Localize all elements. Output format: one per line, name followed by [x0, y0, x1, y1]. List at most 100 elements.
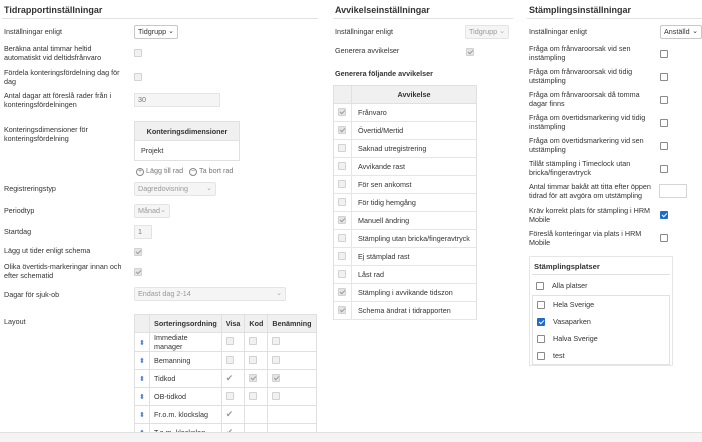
q1-checkbox[interactable] — [660, 50, 668, 58]
fordela-checkbox[interactable] — [134, 73, 142, 81]
benamning-cell — [267, 332, 317, 352]
add-row-link[interactable]: + Lägg till rad — [136, 166, 183, 176]
avvikelse-label: Schema ändrat i tidrapporten — [358, 306, 451, 315]
benamning-checkbox[interactable] — [272, 373, 281, 382]
dagar-select[interactable]: Endast dag 2-14 ⌄ — [134, 287, 286, 301]
kod-checkbox[interactable] — [249, 337, 258, 345]
visa-cell: ✔ — [220, 369, 246, 388]
q3-checkbox[interactable] — [660, 96, 668, 104]
benamning-checkbox[interactable] — [272, 337, 281, 345]
periodtyp-select[interactable]: Månad ⌄ — [134, 204, 170, 218]
checkbox-cell — [334, 248, 352, 265]
avvikelse-checkbox[interactable] — [338, 126, 346, 134]
regtyp-label: Registreringstyp — [4, 184, 56, 193]
q4-label: Fråga om övertidsmarkering vid tidig ins… — [529, 113, 646, 131]
checkbox-col-header — [334, 86, 352, 103]
installningar-select[interactable]: Tidgrupp ⌄ — [134, 25, 178, 39]
benamning-checkbox[interactable] — [272, 355, 281, 364]
horizontal-scrollbar[interactable] — [0, 432, 702, 442]
plats-checkbox[interactable] — [537, 335, 545, 343]
avvikelse-table: Avvikelse Frånvaro Övertid/Mertid Saknad u… — [333, 85, 477, 320]
q8-checkbox[interactable] — [660, 211, 668, 219]
kod-checkbox[interactable] — [249, 391, 258, 400]
check-icon: ✔ — [225, 409, 234, 419]
layout-header-row: Sorteringsordning Visa Kod Benämning — [133, 314, 317, 333]
visa-checkbox[interactable] — [225, 391, 234, 400]
q7-input[interactable] — [659, 184, 687, 198]
table-row: För tidig hemgång — [334, 194, 476, 212]
drag-handle-icon[interactable]: ⬍ — [133, 405, 151, 424]
drag-handle-icon[interactable]: ⬍ — [133, 387, 151, 406]
plats-checkbox[interactable] — [537, 352, 545, 360]
drag-handle-icon[interactable]: ⬍ — [133, 332, 151, 352]
row-name: Tidkod — [149, 369, 222, 388]
table-row: Ej stämplad rast — [334, 248, 476, 266]
table-row: ⬍ Immediate manager — [133, 332, 317, 352]
kontdim-table: Konteringsdimensioner Projekt — [134, 121, 240, 161]
benamning-checkbox[interactable] — [272, 391, 281, 400]
avv-installningar-select[interactable]: Tidgrupp ⌄ — [465, 25, 509, 39]
generera-checkbox[interactable] — [466, 48, 474, 56]
table-row: Stämpling utan bricka/fingeravtryck — [334, 230, 476, 248]
alla-platser-checkbox[interactable] — [536, 282, 544, 290]
antal-dagar-input[interactable]: 30 — [134, 93, 220, 107]
table-row: För sen ankomst — [334, 176, 476, 194]
avvikelse-label: Övertid/Mertid — [358, 126, 404, 135]
avvikelse-checkbox[interactable] — [338, 144, 346, 152]
q9-checkbox[interactable] — [660, 234, 668, 242]
platser-list: Hela Sverige Vasaparken Halva Sverige te… — [532, 295, 670, 365]
q5-checkbox[interactable] — [660, 142, 668, 150]
select-value: Anställd — [664, 27, 690, 36]
drag-handle-icon[interactable]: ⬍ — [133, 351, 151, 370]
kontdim-row[interactable]: Projekt — [135, 141, 239, 160]
q4-checkbox[interactable] — [660, 119, 668, 127]
plats-label: Hela Sverige — [553, 300, 595, 309]
check-icon: ✔ — [225, 373, 234, 383]
avvikelse-checkbox[interactable] — [338, 288, 346, 296]
plats-checkbox[interactable] — [537, 318, 545, 326]
antal-dagar-label: Antal dagar att föreslå rader från i kon… — [4, 91, 112, 109]
avvikelse-checkbox[interactable] — [338, 108, 346, 116]
visa-cell — [220, 332, 246, 352]
q7-label: Antal timmar bakåt att titta efter öppen… — [529, 182, 651, 200]
avvikelse-checkbox[interactable] — [338, 270, 346, 278]
chevron-down-icon: ⌄ — [692, 28, 698, 35]
table-row: Frånvaro — [334, 104, 476, 122]
kod-checkbox[interactable] — [249, 355, 258, 364]
q6-checkbox[interactable] — [660, 165, 668, 173]
stamp-installningar-select[interactable]: Anställd ⌄ — [660, 25, 702, 39]
avvikelse-checkbox[interactable] — [338, 216, 346, 224]
avvikelse-checkbox[interactable] — [338, 306, 346, 314]
avvikelse-checkbox[interactable] — [338, 162, 346, 170]
q8-label: Kräv korrekt plats för stämpling i HRM M… — [529, 206, 651, 224]
table-row: Schema ändrat i tidrapporten — [334, 302, 476, 320]
table-row: ⬍ Fr.o.m. klockslag ✔ — [133, 405, 317, 424]
remove-row-label: Ta bort rad — [199, 166, 234, 175]
checkbox-cell — [334, 266, 352, 283]
remove-row-link[interactable]: − Ta bort rad — [189, 166, 233, 176]
startdag-input[interactable]: 1 — [134, 225, 152, 239]
avvikelse-checkbox[interactable] — [338, 234, 346, 242]
kontdim-header: Konteringsdimensioner — [135, 122, 239, 141]
laggut-checkbox[interactable] — [134, 248, 142, 256]
plats-checkbox[interactable] — [537, 301, 545, 309]
benamning-cell — [267, 351, 317, 370]
avvikelse-checkbox[interactable] — [338, 198, 346, 206]
avvikelse-label: Ej stämplad rast — [358, 252, 410, 261]
visa-checkbox[interactable] — [225, 355, 234, 364]
avvikelse-label: Låst rad — [358, 270, 384, 279]
chevron-down-icon: ⌄ — [499, 28, 505, 35]
regtyp-select[interactable]: Dagredovisning ⌄ — [134, 182, 216, 196]
avvikelse-label: Stämpling i avvikande tidszon — [358, 288, 453, 297]
avvikelse-checkbox[interactable] — [338, 252, 346, 260]
avvikelse-checkbox[interactable] — [338, 180, 346, 188]
drag-handle-icon[interactable]: ⬍ — [133, 369, 151, 388]
olika-checkbox[interactable] — [134, 268, 142, 276]
q2-checkbox[interactable] — [660, 73, 668, 81]
visa-cell: ✔ — [220, 405, 246, 424]
visa-checkbox[interactable] — [225, 337, 234, 345]
kod-checkbox[interactable] — [249, 373, 258, 382]
berakna-checkbox[interactable] — [134, 49, 142, 57]
olika-label: Olika övertids-markeringar innan och eft… — [4, 262, 122, 280]
checkbox-cell — [334, 140, 352, 157]
